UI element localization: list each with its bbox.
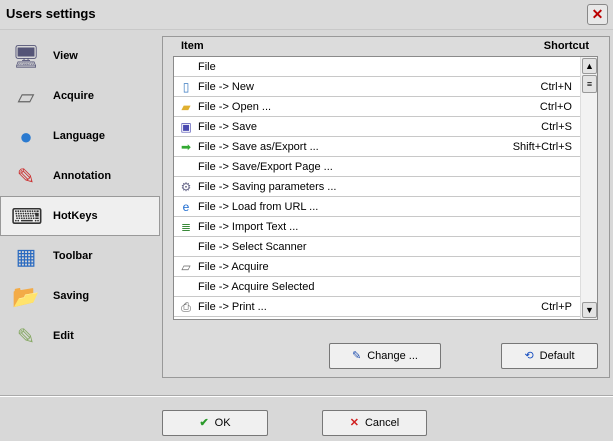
row-item: File -> Load from URL ... <box>198 201 319 213</box>
row-item: File -> Save as/Export ... <box>198 141 319 153</box>
column-header-shortcut: Shortcut <box>543 40 589 52</box>
separator <box>0 395 613 397</box>
save-icon: ▣ <box>180 120 192 134</box>
row-item: File -> New <box>198 81 254 93</box>
table-row[interactable]: ▰ File -> Open ... Ctrl+O <box>174 97 580 117</box>
sidebar-item-label: Toolbar <box>53 250 93 262</box>
sidebar-item-acquire[interactable]: ▱ Acquire <box>0 76 160 116</box>
row-item: File -> Save/Export Page ... <box>198 161 333 173</box>
close-button[interactable]: ✕ <box>587 4 608 25</box>
keyboard-icon: ⌨ <box>11 204 43 229</box>
scroll-up-button[interactable]: ▲ <box>582 58 597 74</box>
table-row[interactable]: ▯ File -> New Ctrl+N <box>174 77 580 97</box>
sidebar-item-language[interactable]: ● Language <box>0 116 160 156</box>
scroll-thumb[interactable]: ≡ <box>582 75 597 93</box>
gear-icon: ⚙ <box>180 180 192 194</box>
hotkeys-list: File ▯ File -> New Ctrl+N ▰ File -> Open ... C… <box>173 56 598 320</box>
window-title: Users settings <box>6 6 96 21</box>
cancel-icon: ✕ <box>349 417 359 429</box>
sidebar-item-label: Language <box>53 130 105 142</box>
check-icon: ✔ <box>199 417 209 429</box>
row-item: File -> Print ... <box>198 301 267 313</box>
row-shortcut: Ctrl+S <box>541 121 572 133</box>
table-row[interactable]: ⎙ File -> Print ... Ctrl+P <box>174 297 580 317</box>
row-item: File -> Import Text ... <box>198 221 299 233</box>
sidebar: 🖥 View ▱ Acquire ● Language ✎ Annotation ⌨ HotKey… <box>0 36 160 356</box>
toolbar-icon: ▦ <box>15 244 37 269</box>
monitor-icon: 🖥 <box>12 44 40 69</box>
row-shortcut: Ctrl+N <box>540 81 572 93</box>
table-row[interactable]: ▣ File -> Save Ctrl+S <box>174 117 580 137</box>
globe-icon: ● <box>19 124 33 149</box>
table-row[interactable]: ▱ File -> Acquire <box>174 257 580 277</box>
row-item: File <box>198 61 216 73</box>
scanner-icon: ▱ <box>17 84 35 109</box>
scrollbar[interactable]: ▲ ≡ ▼ <box>580 57 597 319</box>
table-row[interactable]: File <box>174 57 580 77</box>
change-button[interactable]: ✎ Change ... <box>329 343 441 369</box>
table-row[interactable]: File -> Select Scanner <box>174 237 580 257</box>
undo-icon: ⟲ <box>524 350 534 362</box>
new-file-icon: ▯ <box>182 80 190 94</box>
table-row[interactable]: ➡ File -> Save as/Export ... Shift+Ctrl+S <box>174 137 580 157</box>
row-item: File -> Open ... <box>198 101 272 113</box>
table-row[interactable]: File -> Save/Export Page ... <box>174 157 580 177</box>
close-icon: ✕ <box>591 6 604 22</box>
row-item: File -> Save <box>198 121 257 133</box>
folder-icon: 📂 <box>12 284 40 309</box>
scanner-icon: ▱ <box>181 260 191 274</box>
sidebar-item-label: View <box>53 50 78 62</box>
row-item: File -> Acquire Selected <box>198 281 315 293</box>
edit-icon: ✎ <box>352 350 362 362</box>
table-row[interactable]: File -> Acquire Selected <box>174 277 580 297</box>
scroll-down-button[interactable]: ▼ <box>582 302 597 318</box>
export-icon: ➡ <box>180 140 192 154</box>
sidebar-item-annotation[interactable]: ✎ Annotation <box>0 156 160 196</box>
sidebar-item-label: HotKeys <box>53 210 98 222</box>
row-shortcut: Shift+Ctrl+S <box>512 141 572 153</box>
printer-icon: ⎙ <box>181 300 191 314</box>
table-row[interactable]: ≣ File -> Import Text ... <box>174 217 580 237</box>
sidebar-item-edit[interactable]: ✎ Edit <box>0 316 160 356</box>
browser-icon: e <box>182 200 190 214</box>
ok-button[interactable]: ✔ OK <box>162 410 268 436</box>
default-button[interactable]: ⟲ Default <box>501 343 598 369</box>
sidebar-item-label: Saving <box>53 290 90 302</box>
annotation-icon: ✎ <box>16 164 36 189</box>
sidebar-item-saving[interactable]: 📂 Saving <box>0 276 160 316</box>
title-bar: Users settings ✕ <box>0 0 613 30</box>
sidebar-item-hotkeys[interactable]: ⌨ HotKeys <box>0 196 160 236</box>
column-header-item: Item <box>181 40 204 52</box>
cancel-button[interactable]: ✕ Cancel <box>322 410 427 436</box>
row-shortcut: Ctrl+P <box>541 301 572 313</box>
sidebar-item-label: Edit <box>53 330 74 342</box>
table-row[interactable]: ⚙ File -> Saving parameters ... <box>174 177 580 197</box>
sidebar-item-label: Annotation <box>53 170 112 182</box>
hotkeys-panel: Item Shortcut File ▯ File -> New Ctrl+N ▰ Fil… <box>162 36 610 378</box>
row-item: File -> Acquire <box>198 261 269 273</box>
row-shortcut: Ctrl+O <box>539 101 572 113</box>
sidebar-item-toolbar[interactable]: ▦ Toolbar <box>0 236 160 276</box>
sidebar-item-label: Acquire <box>53 90 94 102</box>
text-file-icon: ≣ <box>180 220 192 234</box>
table-row[interactable]: e File -> Load from URL ... <box>174 197 580 217</box>
sidebar-item-view[interactable]: 🖥 View <box>0 36 160 76</box>
row-item: File -> Saving parameters ... <box>198 181 337 193</box>
open-folder-icon: ▰ <box>181 100 191 114</box>
row-item: File -> Select Scanner <box>198 241 307 253</box>
edit-icon: ✎ <box>16 324 36 349</box>
